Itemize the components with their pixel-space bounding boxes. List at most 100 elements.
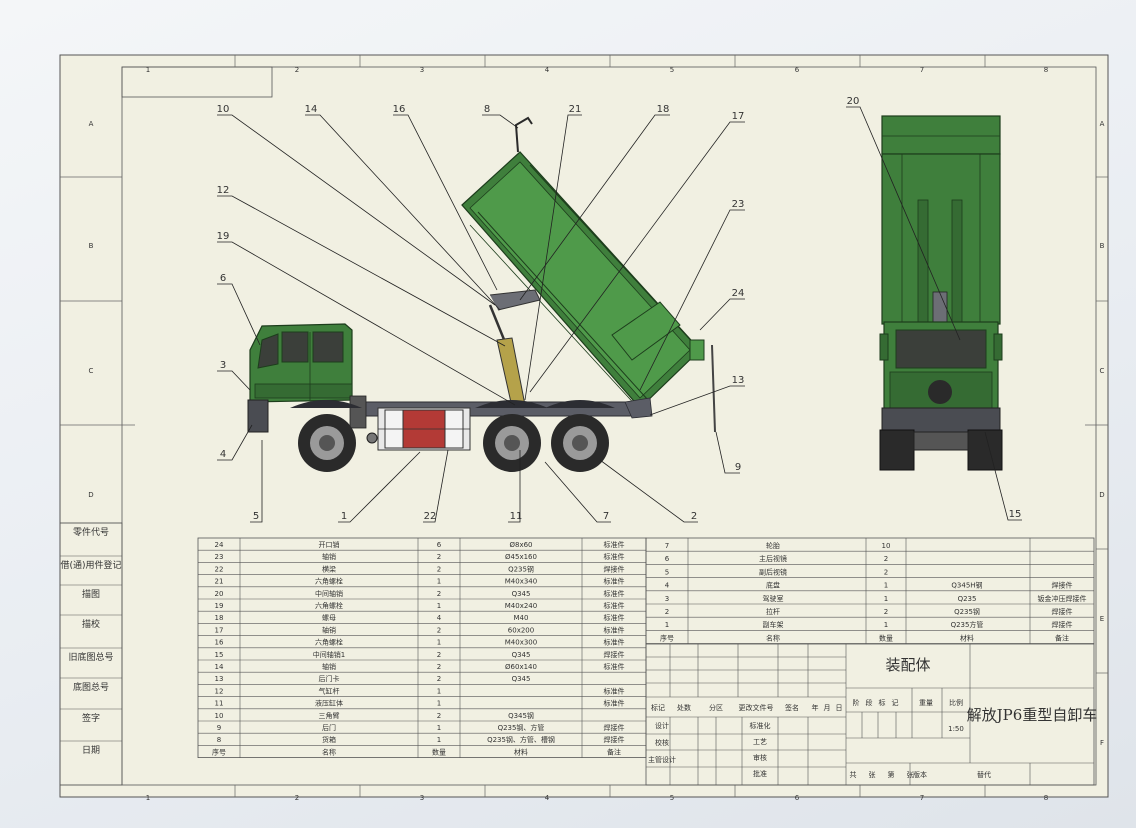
bom-cell: Q345H钢	[951, 581, 982, 590]
bom-cell: 标准件	[604, 577, 625, 586]
bom-cell: 2	[437, 590, 441, 598]
zone-row-label-right: E	[1100, 615, 1104, 623]
bom-cell: 21	[215, 578, 224, 586]
bom-cell: Q235	[958, 595, 977, 603]
bom-cell: 1	[884, 595, 888, 603]
bom-cell: 名称	[766, 633, 780, 642]
bom-cell: 数量	[432, 747, 446, 756]
bom-cell: 22	[215, 565, 224, 573]
zone-col-label-bottom: 8	[1044, 794, 1048, 802]
callout-number: 18	[657, 104, 670, 115]
zone-row-label-left: A	[89, 120, 94, 128]
bom-cell: 2	[437, 651, 441, 659]
callout-number: 3	[220, 360, 226, 371]
bom-cell: 序号	[660, 633, 674, 642]
stage-label: 标	[879, 698, 886, 707]
bom-cell: 六角螺栓	[315, 638, 343, 647]
callout-number: 5	[253, 511, 259, 522]
stage-label: 阶	[853, 698, 860, 707]
callout-number: 7	[603, 511, 609, 522]
strip-label: 借(通)用件登记	[60, 559, 121, 571]
bom-cell: 开口销	[319, 540, 340, 549]
zone-col-label-top: 4	[545, 66, 550, 74]
bom-cell: 1	[665, 621, 669, 629]
approval-label: 审核	[753, 753, 767, 762]
callout-number: 4	[220, 449, 226, 460]
bom-cell: Q235钢、方管、槽钢	[487, 735, 555, 744]
bom-cell: 7	[665, 542, 669, 550]
bom-cell: Q235钢、方管	[498, 723, 545, 732]
bom-cell: 5	[665, 568, 669, 576]
bom-cell: 1	[437, 700, 441, 708]
product-name: 解放JP6重型自卸车	[967, 706, 1098, 724]
bom-cell: 23	[215, 553, 224, 561]
bom-cell: 16	[215, 639, 224, 647]
bom-cell: Ø45x160	[505, 553, 537, 561]
bom-cell: M40	[514, 614, 529, 622]
bom-cell: 2	[437, 565, 441, 573]
zone-row-label-left: B	[89, 242, 94, 250]
stage-label: 记	[892, 699, 899, 707]
bom-cell: 标准件	[604, 552, 625, 561]
strip-label: 描校	[82, 618, 100, 630]
bom-cell: 1	[437, 602, 441, 610]
bom-cell: 标准件	[604, 613, 625, 622]
approval-label: 工艺	[753, 738, 767, 746]
bom-cell: 2	[437, 675, 441, 683]
bom-cell: 轮胎	[766, 541, 780, 550]
bom-cell: 19	[215, 602, 224, 610]
bom-cell: 拉杆	[766, 607, 780, 616]
truck-front-view	[879, 115, 1003, 471]
bom-cell: 6	[665, 555, 670, 563]
bom-cell: 10	[215, 712, 224, 720]
callout-number: 23	[732, 199, 745, 210]
bom-cell: 材料	[514, 747, 528, 756]
zone-col-label-top: 8	[1044, 66, 1048, 74]
callout-number: 12	[217, 185, 230, 196]
rev-header: 更改文件号	[739, 703, 774, 712]
bom-cell: Q235方管	[951, 620, 984, 629]
callout-number: 1	[341, 511, 347, 522]
bom-cell: 标准件	[604, 699, 625, 708]
bom-cell: 标准件	[604, 625, 625, 634]
bom-cell: 8	[217, 736, 221, 744]
bom-cell: 焊接件	[604, 735, 625, 744]
bom-cell: 名称	[322, 747, 336, 756]
bom-cell: 18	[215, 614, 224, 622]
approval-label: 标准化	[750, 721, 771, 730]
bom-cell: 1	[437, 639, 441, 647]
bom-cell: 60x200	[508, 626, 534, 634]
callout-number: 10	[217, 104, 230, 115]
callout-number: 15	[1009, 509, 1022, 520]
callout-number: 17	[732, 111, 745, 122]
bom-cell: 焊接件	[1052, 607, 1073, 616]
bom-cell: Q345	[512, 590, 531, 598]
bom-cell: 1	[884, 582, 888, 590]
bom-cell: 2	[884, 608, 888, 616]
bom-cell: 9	[217, 724, 221, 732]
zone-col-label-top: 2	[295, 66, 299, 74]
zone-col-label-bottom: 4	[545, 794, 550, 802]
bom-cell: 20	[215, 590, 224, 598]
bom-cell: 4	[437, 614, 442, 622]
bom-cell: 焊接件	[604, 564, 625, 573]
sheet-count-label: 张	[869, 770, 876, 779]
bom-cell: Ø8x60	[509, 541, 532, 549]
bom-cell: 1	[884, 621, 888, 629]
strip-label: 零件代号	[73, 526, 109, 538]
sign-label: 校核	[655, 738, 669, 747]
bom-cell: 焊接件	[1052, 581, 1073, 590]
strip-label: 签字	[82, 712, 100, 724]
strip-label: 描图	[82, 588, 100, 600]
bom-cell: Q345	[512, 675, 531, 683]
bom-cell: 副后视镜	[759, 567, 787, 576]
bom-cell: 14	[215, 663, 224, 671]
bom-cell: 钣金冲压焊接件	[1038, 594, 1087, 603]
rev-header: 处数	[677, 703, 691, 712]
scale-value: 1:50	[948, 725, 964, 733]
bom-cell: Q235钢	[954, 607, 980, 616]
zone-col-label-top: 7	[920, 66, 924, 74]
bom-cell: 标准件	[604, 686, 625, 695]
bom-cell: 10	[882, 542, 891, 550]
bom-cell: 六角螺栓	[315, 601, 343, 610]
